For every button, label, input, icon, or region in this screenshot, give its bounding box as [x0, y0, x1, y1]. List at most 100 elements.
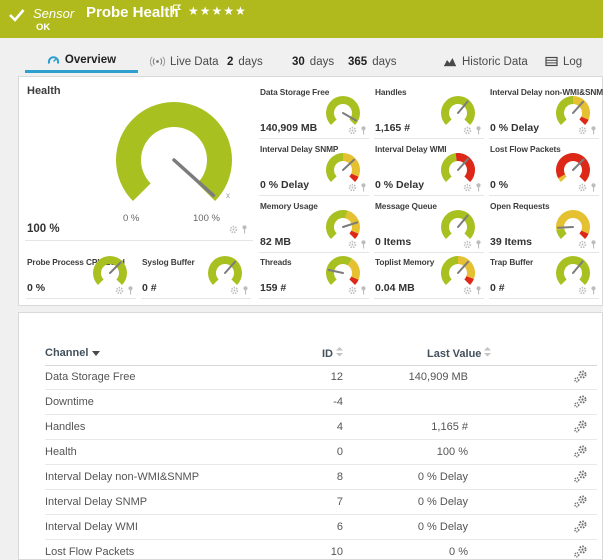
- gauge-quick-icons: [578, 286, 597, 295]
- gauge-label: Threads: [260, 257, 292, 267]
- gauge-tile[interactable]: Open Requests39 Items: [489, 197, 599, 253]
- channel-settings-gears-icon[interactable]: [573, 369, 588, 384]
- gear-icon[interactable]: [348, 183, 357, 192]
- gauge-tile[interactable]: Trap Buffer0 #: [489, 253, 599, 299]
- gauge-arc-green: [556, 256, 590, 285]
- channel-settings-gears-icon[interactable]: [573, 544, 588, 559]
- column-header-channel-label: Channel: [45, 347, 88, 359]
- gear-icon[interactable]: [463, 126, 472, 135]
- pin-icon[interactable]: [590, 286, 597, 295]
- health-gauge-tile[interactable]: Health 0 % 100 % 100 % x: [25, 83, 253, 241]
- gear-icon[interactable]: [229, 225, 238, 234]
- gear-icon[interactable]: [463, 183, 472, 192]
- table-row[interactable]: Interval Delay WMI60 % Delay: [45, 515, 597, 540]
- gauge-tile[interactable]: Probe Process CPU Load0 %: [26, 253, 136, 299]
- pin-icon[interactable]: [475, 240, 482, 249]
- priority-stars[interactable]: ★★★★★: [188, 4, 247, 18]
- gear-icon[interactable]: [578, 126, 587, 135]
- pin-icon[interactable]: [360, 240, 367, 249]
- pin-icon[interactable]: [475, 126, 482, 135]
- pin-icon[interactable]: [475, 286, 482, 295]
- gauge-quick-icons: [463, 286, 482, 295]
- cell-channel-name[interactable]: Interval Delay non-WMI&SNMP: [45, 471, 199, 483]
- cell-channel-name[interactable]: Health: [45, 446, 77, 458]
- gauge-tile[interactable]: Interval Delay non-WMI&SNMP0 % Delay: [489, 83, 599, 139]
- gauge-arc-red: [456, 153, 475, 182]
- gauges-panel: Health 0 % 100 % 100 % x Data Storage Fr…: [18, 76, 603, 306]
- table-row[interactable]: Handles41,165 #: [45, 415, 597, 440]
- tab-overview[interactable]: Overview: [25, 50, 138, 73]
- channel-settings-gears-icon[interactable]: [573, 494, 588, 509]
- tab-365-days[interactable]: 365 days: [348, 50, 396, 73]
- table-row[interactable]: Interval Delay non-WMI&SNMP80 % Delay: [45, 465, 597, 490]
- gauge-tile[interactable]: Toplist Memory0.04 MB: [374, 253, 484, 299]
- gear-icon[interactable]: [348, 126, 357, 135]
- channel-settings-gears-icon[interactable]: [573, 419, 588, 434]
- gauge-tile[interactable]: Interval Delay SNMP0 % Delay: [259, 140, 369, 196]
- cell-channel-name[interactable]: Interval Delay WMI: [45, 521, 138, 533]
- pin-icon[interactable]: [590, 126, 597, 135]
- gauge-label: Toplist Memory: [375, 257, 434, 267]
- gauge-quick-icons: [578, 183, 597, 192]
- gear-icon[interactable]: [578, 240, 587, 249]
- pin-icon[interactable]: [590, 240, 597, 249]
- gauge-tile[interactable]: Memory Usage 82 MB: [259, 197, 369, 253]
- cell-channel-name[interactable]: Lost Flow Packets: [45, 546, 134, 558]
- channel-settings-gears-icon[interactable]: [573, 394, 588, 409]
- gauge-tile[interactable]: Threads159 #: [259, 253, 369, 299]
- gear-icon[interactable]: [230, 286, 239, 295]
- gauge-quick-icons: [348, 183, 367, 192]
- gauge-tile[interactable]: Lost Flow Packets0 %: [489, 140, 599, 196]
- gear-icon[interactable]: [578, 286, 587, 295]
- channel-settings-gears-icon[interactable]: [573, 469, 588, 484]
- cell-last-value: 0 %: [348, 546, 468, 558]
- gear-icon[interactable]: [463, 286, 472, 295]
- gauge-label: Memory Usage: [260, 201, 318, 211]
- cell-channel-name[interactable]: Data Storage Free: [45, 371, 136, 383]
- tab-live-data[interactable]: Live Data: [150, 50, 219, 73]
- tab-live-data-label: Live Data: [170, 56, 219, 68]
- column-header-id[interactable]: ID: [305, 347, 343, 360]
- pin-icon[interactable]: [127, 286, 134, 295]
- channel-settings-gears-icon[interactable]: [573, 519, 588, 534]
- gear-icon[interactable]: [115, 286, 124, 295]
- table-row[interactable]: Downtime-4: [45, 390, 597, 415]
- gear-icon[interactable]: [348, 240, 357, 249]
- table-row[interactable]: Interval Delay SNMP70 % Delay: [45, 490, 597, 515]
- tab-2-days[interactable]: 2 days: [227, 50, 263, 73]
- flag-icon[interactable]: [172, 4, 182, 15]
- pin-icon[interactable]: [590, 183, 597, 192]
- gauge-tile[interactable]: Handles1,165 #: [374, 83, 484, 139]
- column-header-channel[interactable]: Channel: [45, 347, 100, 359]
- table-row[interactable]: Health0100 %: [45, 440, 597, 465]
- table-row[interactable]: Data Storage Free12140,909 MB: [45, 365, 597, 390]
- pin-icon[interactable]: [241, 225, 248, 234]
- channel-settings-gears-icon[interactable]: [573, 444, 588, 459]
- tab-30-days[interactable]: 30 days: [292, 50, 334, 73]
- gauge-tile[interactable]: Message Queue0 Items: [374, 197, 484, 253]
- pin-icon[interactable]: [242, 286, 249, 295]
- gauge-tile[interactable]: Interval Delay WMI0 % Delay: [374, 140, 484, 196]
- gauge-value: 82 MB: [260, 236, 291, 248]
- gear-icon[interactable]: [578, 183, 587, 192]
- gauge-needle: [558, 227, 573, 228]
- tab-historic-data[interactable]: Historic Data: [443, 50, 528, 73]
- gear-icon[interactable]: [463, 240, 472, 249]
- pin-icon[interactable]: [475, 183, 482, 192]
- gauge-tile[interactable]: Data Storage Free140,909 MB: [259, 83, 369, 139]
- gear-icon[interactable]: [348, 286, 357, 295]
- pin-icon[interactable]: [360, 286, 367, 295]
- cell-channel-name[interactable]: Interval Delay SNMP: [45, 496, 147, 508]
- ok-check-icon: [8, 7, 26, 23]
- column-header-last-value[interactable]: Last Value: [427, 347, 491, 360]
- tab-30-days-number: 30: [292, 56, 305, 68]
- pin-icon[interactable]: [360, 183, 367, 192]
- pin-icon[interactable]: [360, 126, 367, 135]
- cell-channel-name[interactable]: Handles: [45, 421, 85, 433]
- cell-channel-name[interactable]: Downtime: [45, 396, 94, 408]
- table-row[interactable]: Lost Flow Packets100 %: [45, 540, 597, 560]
- tab-log[interactable]: Log: [545, 50, 582, 73]
- gauge-tile[interactable]: Syslog Buffer0 #: [141, 253, 251, 299]
- sensor-title: Probe Health: [86, 4, 179, 21]
- gauge-quick-icons: [578, 126, 597, 135]
